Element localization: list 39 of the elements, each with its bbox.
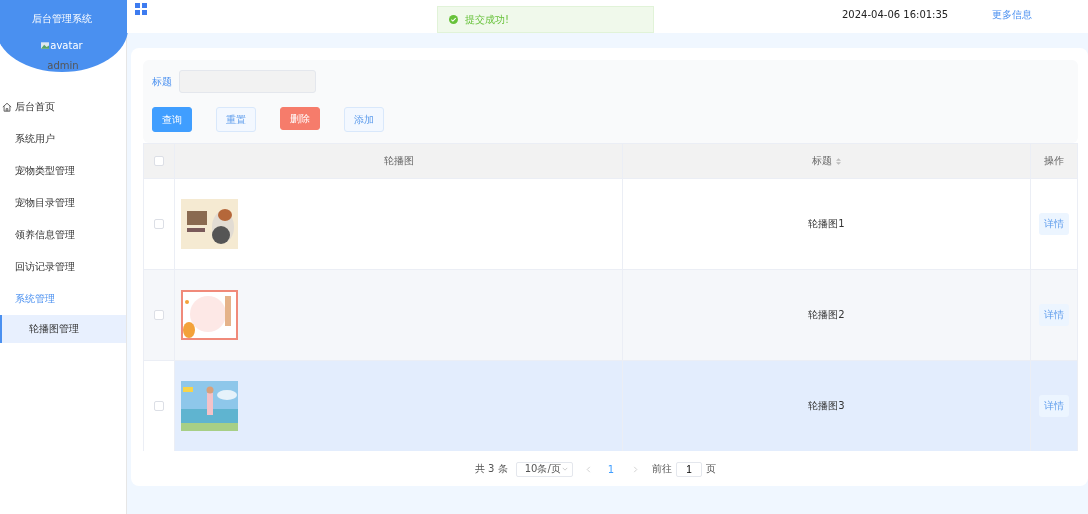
- toast-message: 提交成功!: [465, 12, 509, 27]
- check-circle-icon: [449, 15, 458, 24]
- title-cell: 轮播图3: [808, 399, 845, 413]
- goto-page-field[interactable]: 1: [676, 461, 703, 477]
- submenu-item[interactable]: 轮播图管理: [0, 315, 126, 343]
- username: admin: [46, 60, 80, 71]
- title-cell: 轮播图1: [808, 217, 845, 231]
- broken-image-icon: [41, 42, 50, 49]
- goto-label: 前往: [652, 462, 673, 476]
- system-title: 后台管理系统: [32, 12, 92, 26]
- date-time: 2024-04-06 16:01:35: [842, 9, 949, 20]
- grid-menu-icon[interactable]: [135, 3, 147, 15]
- total-count: 共 3 条: [474, 462, 508, 476]
- column-header-label: 操作: [1044, 154, 1064, 168]
- page-unit: 页: [706, 462, 717, 476]
- menu-item[interactable]: 回访记录管理: [0, 251, 126, 283]
- menu-item[interactable]: 系统用户: [0, 123, 126, 155]
- column-header-label: 轮播图: [383, 154, 414, 168]
- menu-item[interactable]: 后台首页: [0, 91, 126, 123]
- search-label: 标题: [152, 74, 172, 89]
- table-row[interactable]: 轮播图3 详情: [144, 360, 1077, 451]
- sort-icon[interactable]: [836, 157, 841, 165]
- previous-page-icon[interactable]: [585, 465, 591, 473]
- page-size-select[interactable]: 10条/页: [515, 461, 573, 477]
- select-all-checkbox[interactable]: [154, 156, 164, 166]
- menu-item[interactable]: 宠物目录管理: [0, 187, 126, 219]
- home-icon: [2, 102, 12, 112]
- row-checkbox[interactable]: [154, 219, 164, 229]
- chevron-down-icon: [561, 467, 568, 471]
- next-page-icon[interactable]: [633, 465, 639, 473]
- table-row[interactable]: 轮播图1 详情: [144, 178, 1077, 269]
- menu-item[interactable]: 宠物类型管理: [0, 155, 126, 187]
- row-checkbox[interactable]: [154, 401, 164, 411]
- title-cell: 轮播图2: [808, 308, 845, 322]
- column-header-label: 标题: [812, 154, 832, 168]
- table-row[interactable]: 轮播图2 详情: [144, 269, 1077, 360]
- menu-item[interactable]: 领养信息管理: [0, 219, 126, 251]
- avatar-image: avatar: [41, 40, 83, 51]
- row-checkbox[interactable]: [154, 310, 164, 320]
